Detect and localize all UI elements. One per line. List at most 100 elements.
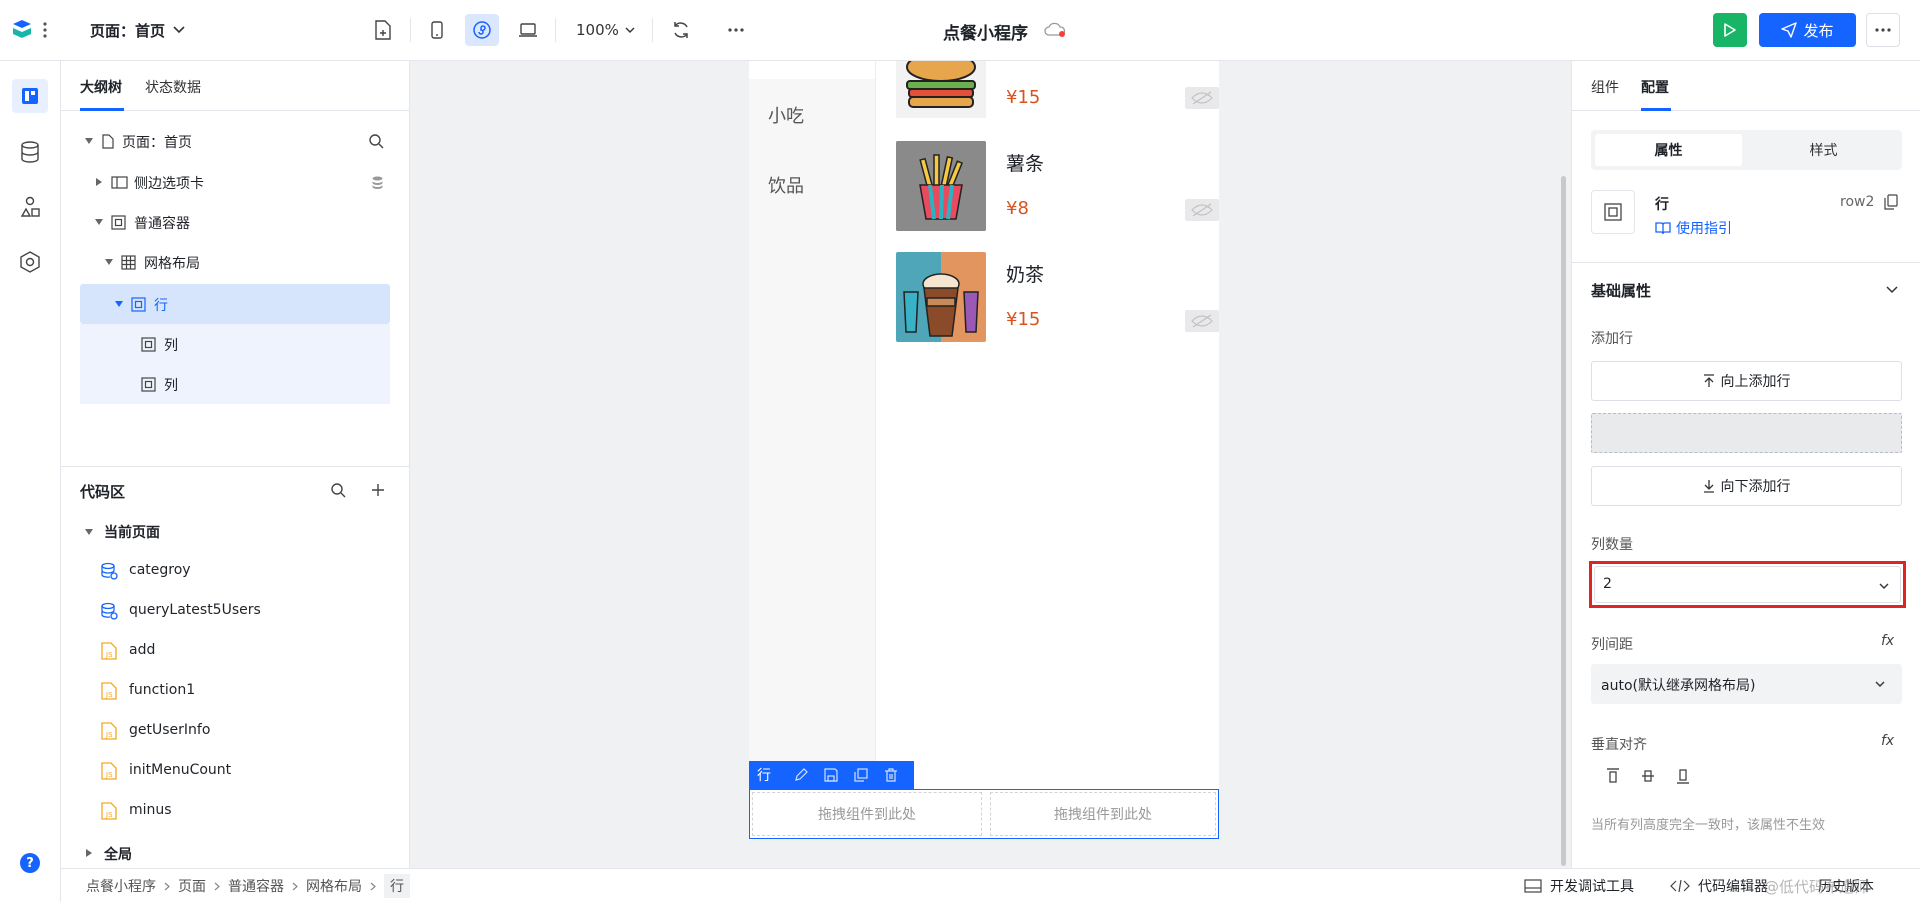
code-item[interactable]: categroy <box>80 556 380 586</box>
align-top-icon[interactable] <box>1603 766 1623 786</box>
breadcrumb-item[interactable]: 页面 <box>178 876 206 896</box>
delete-icon[interactable] <box>883 767 899 783</box>
current-page-group[interactable]: 当前页面 <box>80 517 380 545</box>
divider <box>1572 262 1920 263</box>
data-source-icon <box>370 174 384 190</box>
tab-state-data[interactable]: 状态数据 <box>145 77 201 97</box>
save-icon[interactable] <box>823 767 839 783</box>
tab-config[interactable]: 配置 <box>1641 77 1669 97</box>
align-middle-icon[interactable] <box>1638 766 1658 786</box>
component-name: 行 <box>1655 197 1669 213</box>
copy-icon[interactable] <box>1882 193 1900 211</box>
breadcrumb-item-current[interactable]: 行 <box>384 874 410 898</box>
selected-row[interactable]: 拖拽组件到此处 拖拽组件到此处 <box>749 789 1219 839</box>
app-menu-dots-icon[interactable] <box>41 19 49 41</box>
align-bottom-icon[interactable] <box>1673 766 1693 786</box>
add-row-above-button[interactable]: 向上添加行 <box>1591 361 1902 401</box>
more-options-button[interactable] <box>1866 13 1900 47</box>
database-icon[interactable] <box>14 136 46 168</box>
add-icon[interactable] <box>367 479 389 501</box>
desktop-view-icon[interactable] <box>516 18 540 42</box>
divider <box>555 18 556 42</box>
publish-button[interactable]: 发布 <box>1759 13 1856 47</box>
js-file-icon: JS <box>100 642 118 660</box>
column-count-select[interactable]: 2 <box>1594 566 1901 603</box>
usage-guide-label: 使用指引 <box>1676 221 1732 237</box>
svg-text:JS: JS <box>105 811 113 819</box>
top-toolbar: 页面：首页 100% 点餐小程序 发布 <box>0 0 1920 61</box>
watermark: @低代码布道师 <box>1764 878 1870 896</box>
hidden-eye-icon[interactable] <box>1185 199 1219 221</box>
more-icon[interactable] <box>724 18 748 42</box>
segment-label: 样式 <box>1809 143 1838 159</box>
side-tab-drinks[interactable]: 饮品 <box>768 172 804 198</box>
tree-node-row-selected[interactable]: 行 <box>80 284 390 324</box>
js-file-icon: JS <box>100 722 118 740</box>
tree-node-page[interactable]: 页面：首页 <box>80 125 390 157</box>
js-file-icon: JS <box>100 762 118 780</box>
preview-button[interactable] <box>1713 13 1747 47</box>
drop-zone-col-2[interactable]: 拖拽组件到此处 <box>990 792 1216 836</box>
canvas-scrollbar[interactable] <box>1561 176 1566 866</box>
copy-icon[interactable] <box>853 767 869 783</box>
breadcrumb-item[interactable]: 点餐小程序 <box>86 876 156 896</box>
tree-node-container[interactable]: 普通容器 <box>80 206 390 238</box>
mobile-view-icon[interactable] <box>425 18 449 42</box>
chevron-right-icon <box>214 882 220 891</box>
formula-icon[interactable]: fx <box>1881 733 1894 749</box>
code-item[interactable]: JS initMenuCount <box>80 756 380 786</box>
edit-icon[interactable] <box>793 767 809 783</box>
tree-node-side-tabs[interactable]: 侧边选项卡 <box>80 166 390 198</box>
zoom-selector[interactable]: 100% <box>576 18 635 42</box>
product-card[interactable]: 奶茶 ¥15 <box>896 252 1219 344</box>
hidden-eye-icon[interactable] <box>1185 310 1219 332</box>
active-tab-indicator <box>1641 108 1671 111</box>
basic-props-section-header[interactable]: 基础属性 <box>1591 278 1902 302</box>
dev-tools-button[interactable]: 开发调试工具 <box>1524 876 1634 896</box>
help-icon[interactable]: ? <box>20 853 40 873</box>
miniprogram-view-icon[interactable] <box>465 14 499 46</box>
add-page-icon[interactable] <box>372 19 394 41</box>
segment-properties[interactable]: 属性 <box>1595 134 1742 166</box>
breadcrumb-item[interactable]: 网格布局 <box>306 876 362 896</box>
product-card[interactable]: 薯条 ¥8 <box>896 141 1219 233</box>
tab-outline-tree[interactable]: 大纲树 <box>80 77 122 97</box>
code-editor-button[interactable]: 代码编辑器 <box>1670 876 1768 896</box>
code-item[interactable]: queryLatest5Users <box>80 596 380 626</box>
outline-panel-icon[interactable] <box>12 79 48 113</box>
add-row-below-button[interactable]: 向下添加行 <box>1591 466 1902 506</box>
breadcrumb: 点餐小程序 页面 普通容器 网格布局 行 <box>86 874 410 898</box>
tree-node-grid-layout[interactable]: 网格布局 <box>80 246 390 278</box>
divider <box>652 18 653 42</box>
column-gap-select[interactable]: auto(默认继承网格布局) <box>1591 664 1902 704</box>
code-item[interactable]: JS function1 <box>80 676 380 706</box>
side-tab-snack[interactable]: 小吃 <box>768 102 804 128</box>
components-icon[interactable] <box>14 191 46 223</box>
page-selector[interactable]: 页面：首页 <box>90 18 185 42</box>
app-title: 点餐小程序 <box>943 24 1028 44</box>
database-icon <box>100 602 118 620</box>
divider <box>410 18 411 42</box>
global-group[interactable]: 全局 <box>80 839 380 867</box>
tab-components[interactable]: 组件 <box>1591 77 1619 97</box>
search-icon[interactable] <box>366 131 386 151</box>
hidden-eye-icon[interactable] <box>1185 87 1219 109</box>
search-icon[interactable] <box>327 479 349 501</box>
column-gap-value: auto(默认继承网格布局) <box>1601 678 1756 694</box>
drop-zone-col-1[interactable]: 拖拽组件到此处 <box>752 792 982 836</box>
js-file-icon: JS <box>100 682 118 700</box>
formula-icon[interactable]: fx <box>1881 633 1894 649</box>
app-logo-icon[interactable] <box>10 18 36 42</box>
segment-style[interactable]: 样式 <box>1749 134 1898 166</box>
settings-hexagon-icon[interactable] <box>14 246 46 278</box>
usage-guide-link[interactable]: 使用指引 <box>1655 218 1732 238</box>
code-item[interactable]: JS getUserInfo <box>80 716 380 746</box>
fries-image <box>896 141 986 231</box>
tree-node-col[interactable]: 列 <box>80 324 390 364</box>
refresh-icon[interactable] <box>669 18 693 42</box>
tree-node-col[interactable]: 列 <box>80 364 390 404</box>
breadcrumb-item[interactable]: 普通容器 <box>228 876 284 896</box>
code-item[interactable]: JS minus <box>80 796 380 826</box>
product-card[interactable]: ¥15 <box>896 61 1219 121</box>
code-item[interactable]: JS add <box>80 636 380 666</box>
